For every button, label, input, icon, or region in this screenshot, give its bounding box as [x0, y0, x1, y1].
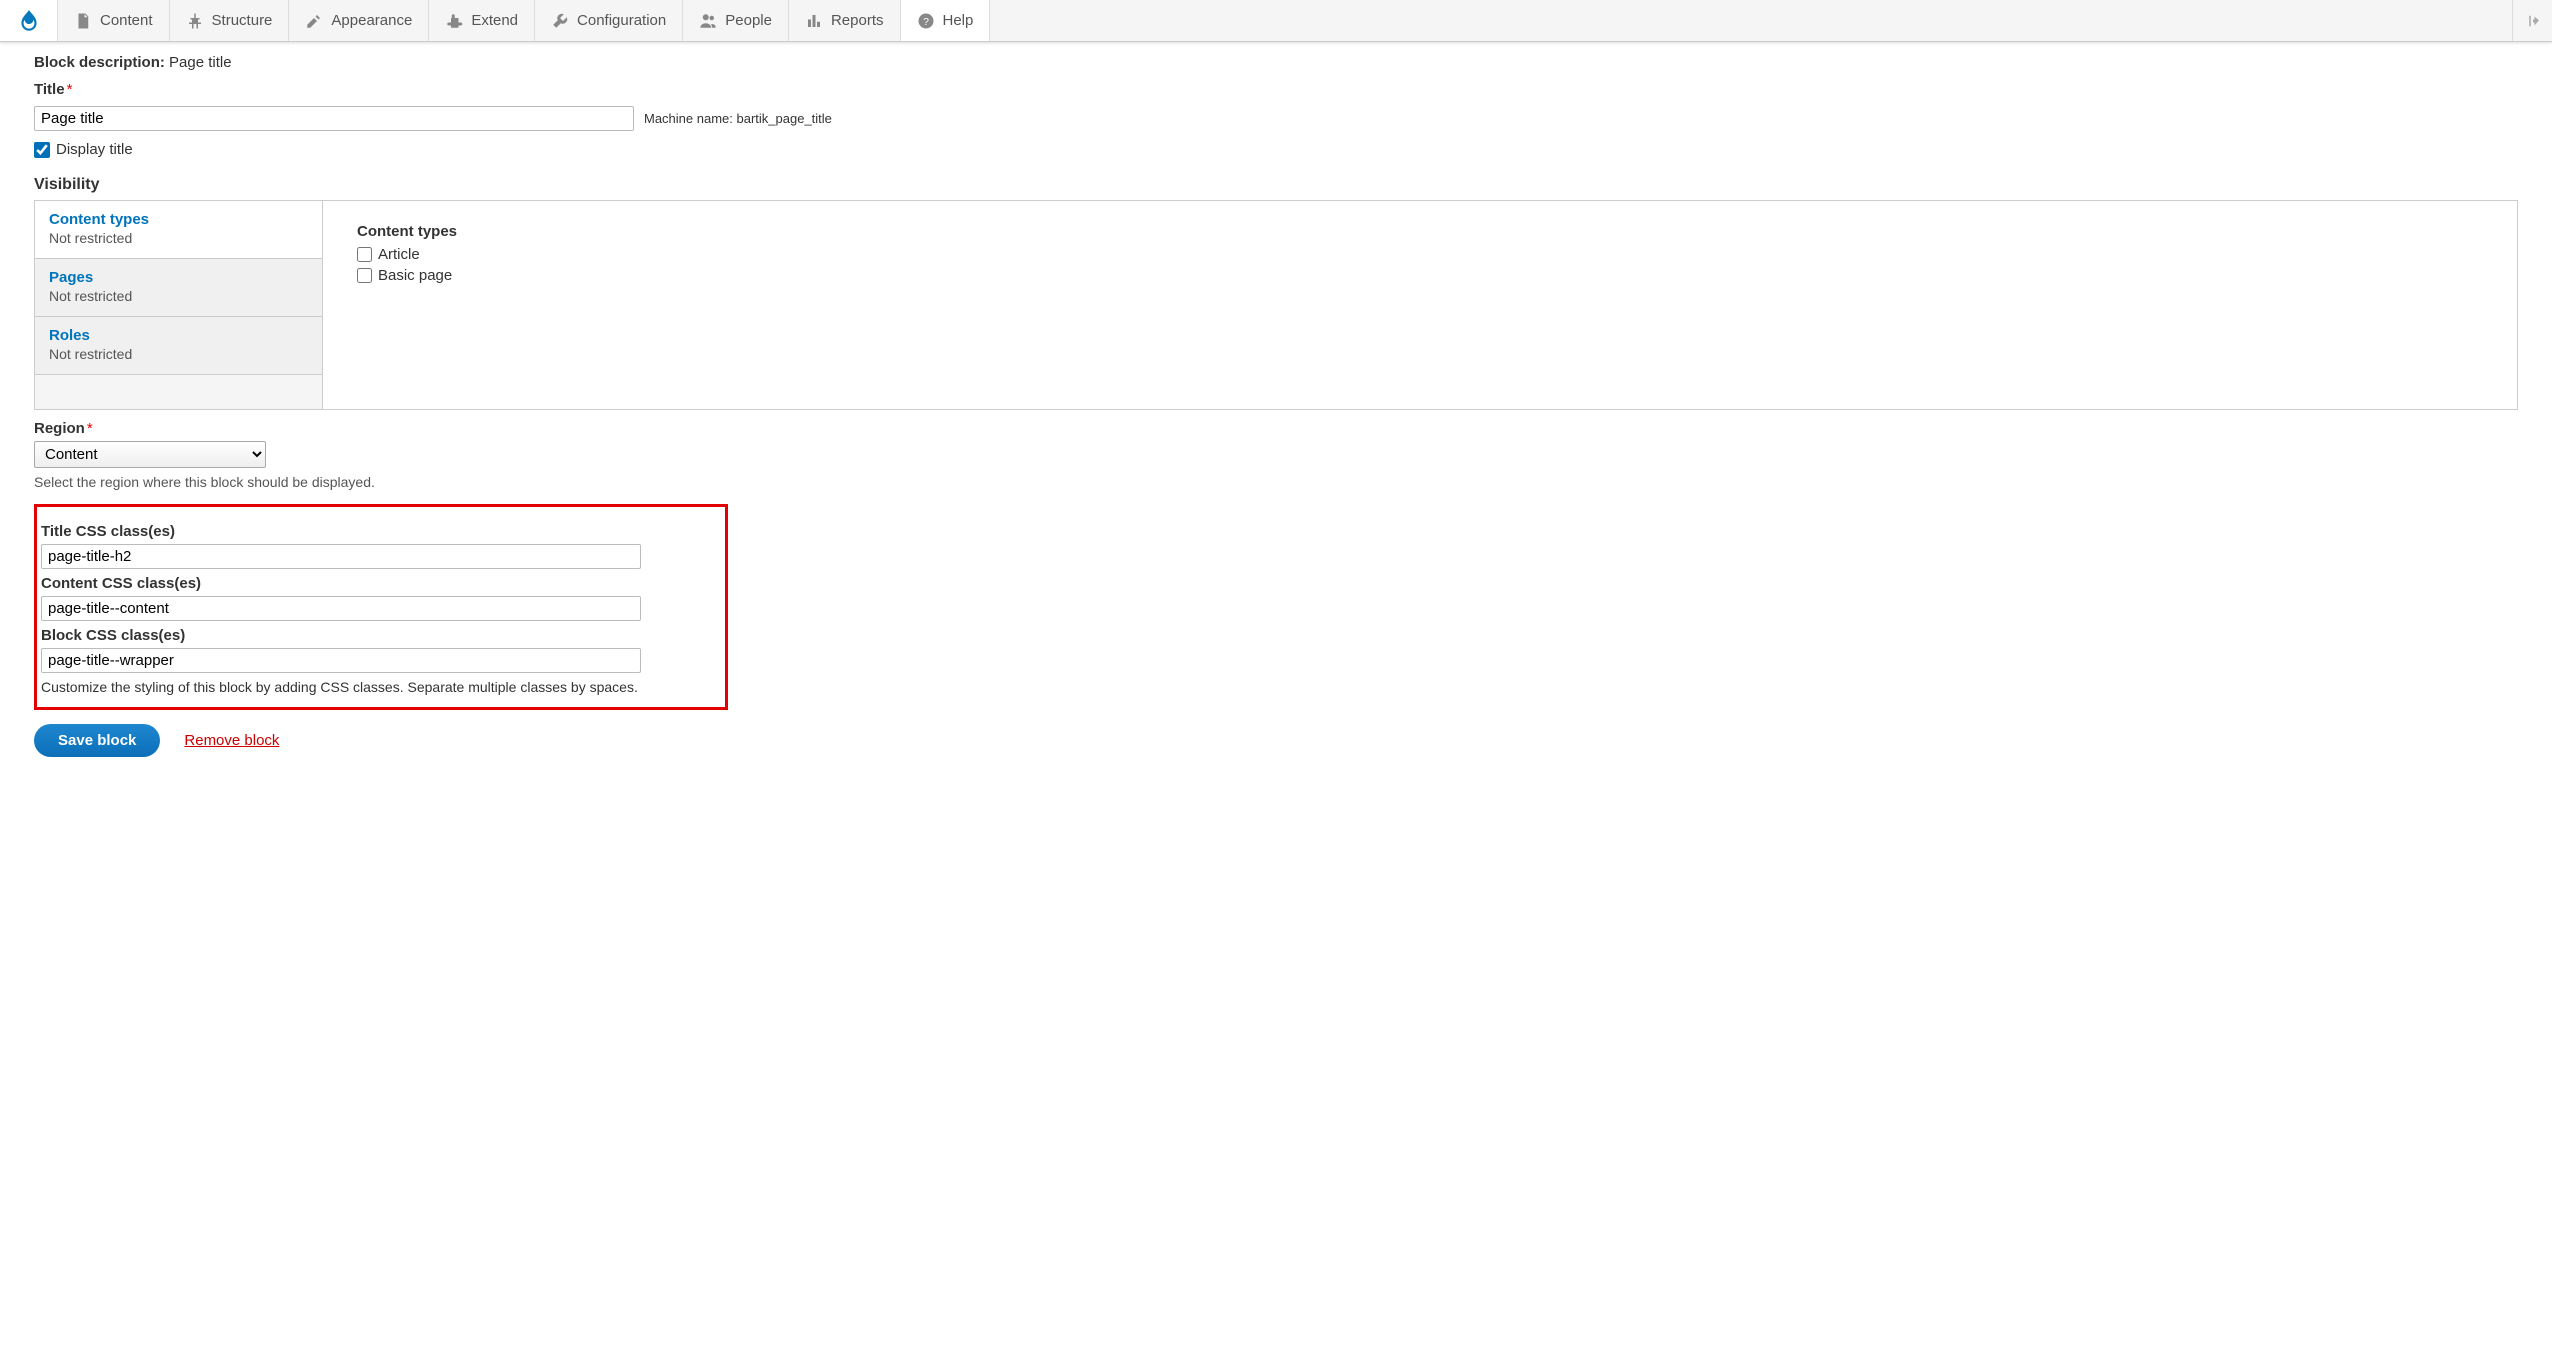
toolbar-help[interactable]: ? Help [901, 0, 991, 41]
svg-text:?: ? [923, 15, 929, 27]
content-type-label: Basic page [378, 267, 452, 284]
toolbar-label: Appearance [331, 12, 412, 29]
structure-icon [186, 12, 204, 30]
form-actions: Save block Remove block [34, 724, 2518, 757]
title-label: Title* [34, 81, 72, 98]
configuration-icon [551, 12, 569, 30]
vtab-pages[interactable]: Pages Not restricted [35, 259, 322, 317]
block-description-value: Page title [169, 54, 232, 71]
content-css-input[interactable] [41, 596, 641, 621]
toolbar-label: Reports [831, 12, 884, 29]
vtab-title: Content types [49, 211, 308, 228]
title-input[interactable] [34, 106, 634, 131]
vtab-roles[interactable]: Roles Not restricted [35, 317, 322, 375]
drupal-logo[interactable] [0, 0, 58, 41]
vtab-summary: Not restricted [49, 288, 308, 304]
machine-name: Machine name: bartik_page_title [644, 111, 832, 126]
vtab-summary: Not restricted [49, 230, 308, 246]
remove-block-link[interactable]: Remove block [184, 732, 279, 749]
extend-icon [445, 12, 463, 30]
css-classes-description: Customize the styling of this block by a… [41, 679, 715, 695]
content-type-option-article[interactable]: Article [357, 246, 2483, 263]
block-description-row: Block description: Page title [34, 54, 2518, 71]
display-title-row[interactable]: Display title [34, 141, 2518, 158]
appearance-icon [305, 12, 323, 30]
save-block-button[interactable]: Save block [34, 724, 160, 757]
title-css-input[interactable] [41, 544, 641, 569]
toolbar-configuration[interactable]: Configuration [535, 0, 683, 41]
visibility-heading: Visibility [34, 176, 2518, 194]
vtab-content-pane: Content types Article Basic page [323, 201, 2517, 409]
region-description: Select the region where this block shoul… [34, 474, 2518, 490]
visibility-tabs: Content types Not restricted Pages Not r… [35, 201, 323, 409]
region-label: Region* [34, 420, 93, 437]
content-icon [74, 12, 92, 30]
vtab-title: Roles [49, 327, 308, 344]
admin-toolbar: Content Structure Appearance Extend Conf… [0, 0, 2552, 42]
toolbar-extend[interactable]: Extend [429, 0, 535, 41]
help-icon: ? [917, 12, 935, 30]
toolbar-appearance[interactable]: Appearance [289, 0, 429, 41]
content-css-label: Content CSS class(es) [41, 575, 201, 592]
toolbar-spacer [990, 0, 2512, 41]
people-icon [699, 12, 717, 30]
toolbar-label: Configuration [577, 12, 666, 29]
region-select[interactable]: Content [34, 441, 266, 468]
toolbar-collapse-button[interactable] [2512, 0, 2552, 41]
toolbar-label: Structure [212, 12, 273, 29]
content-type-checkbox[interactable] [357, 247, 372, 262]
toolbar-reports[interactable]: Reports [789, 0, 901, 41]
content-type-checkbox[interactable] [357, 268, 372, 283]
toolbar-content[interactable]: Content [58, 0, 170, 41]
title-css-label: Title CSS class(es) [41, 523, 175, 540]
css-classes-highlight: Title CSS class(es) Content CSS class(es… [34, 504, 728, 710]
block-css-input[interactable] [41, 648, 641, 673]
vtab-content-types[interactable]: Content types Not restricted [35, 201, 322, 259]
block-description-label: Block description: [34, 54, 165, 71]
toolbar-structure[interactable]: Structure [170, 0, 290, 41]
pane-title: Content types [357, 223, 2483, 240]
toolbar-label: Help [943, 12, 974, 29]
vtab-summary: Not restricted [49, 346, 308, 362]
display-title-checkbox[interactable] [34, 142, 50, 158]
toolbar-people[interactable]: People [683, 0, 789, 41]
content-type-option-basic-page[interactable]: Basic page [357, 267, 2483, 284]
vtab-title: Pages [49, 269, 308, 286]
display-title-label: Display title [56, 141, 133, 158]
toolbar-label: Content [100, 12, 153, 29]
block-css-label: Block CSS class(es) [41, 627, 185, 644]
content-type-label: Article [378, 246, 420, 263]
visibility-box: Content types Not restricted Pages Not r… [34, 200, 2518, 410]
reports-icon [805, 12, 823, 30]
toolbar-label: Extend [471, 12, 518, 29]
toolbar-label: People [725, 12, 772, 29]
